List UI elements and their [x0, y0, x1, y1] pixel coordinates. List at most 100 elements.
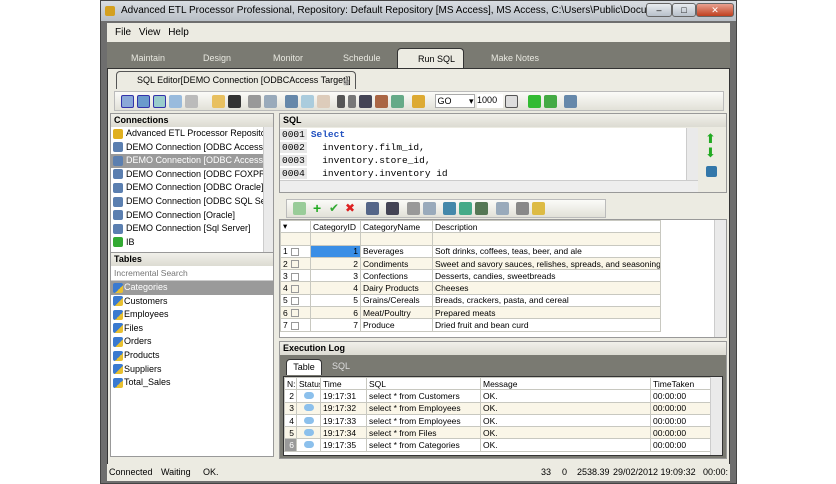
tab-make-notes[interactable]: Make Notes	[475, 48, 539, 68]
log-row[interactable]: 5 19:17:34 select * from Files OK. 00:00:00	[284, 426, 711, 440]
tab-monitor[interactable]: Monitor	[257, 48, 303, 68]
columns-icon[interactable]	[365, 202, 379, 215]
connection-item[interactable]: DEMO Connection [ODBC FOXPRO]	[111, 168, 263, 182]
grid-cell[interactable]: Cheeses	[432, 281, 661, 295]
incremental-search-input[interactable]	[111, 266, 273, 281]
log-row[interactable]: 4 19:17:33 select * from Employees OK. 00:00…	[284, 413, 711, 428]
table-item[interactable]: Suppliers	[111, 363, 273, 377]
col-header[interactable]: Description	[432, 220, 661, 234]
print-icon[interactable]	[406, 202, 420, 215]
table-row[interactable]: 1 1 Beverages Soft drinks, coffees, teas, b…	[280, 244, 661, 258]
grid-cell[interactable]: 2	[310, 256, 361, 271]
row-checkbox[interactable]	[290, 247, 299, 256]
form-icon[interactable]	[495, 202, 509, 215]
row-indicator[interactable]: 6	[280, 306, 311, 320]
log-scrollbar[interactable]	[710, 377, 722, 455]
log-tab-table[interactable]: Table	[286, 359, 322, 375]
settings-icon[interactable]	[532, 202, 545, 215]
table-item[interactable]: Products	[111, 349, 273, 363]
undo-icon[interactable]	[337, 94, 346, 108]
row-checkbox[interactable]	[290, 260, 299, 269]
redo-icon[interactable]	[348, 94, 357, 108]
row-indicator[interactable]: 1	[280, 244, 311, 258]
close-tab-icon[interactable]: ⊠	[343, 74, 350, 91]
grid-cell[interactable]: 6	[310, 306, 361, 320]
log-col-header[interactable]: Time	[320, 377, 367, 391]
table-item[interactable]: Files	[111, 322, 273, 336]
table-row[interactable]: 4 4 Dairy Products Cheeses	[280, 281, 661, 295]
grid-cell[interactable]: 5	[310, 293, 361, 308]
sql-hscrollbar[interactable]	[280, 180, 698, 192]
add-icon[interactable]: +	[313, 201, 326, 215]
close-button[interactable]: ✕	[696, 3, 734, 17]
grid-cell[interactable]: 1	[310, 244, 361, 258]
limit-toggle-icon[interactable]	[504, 94, 518, 108]
tab-run-sql[interactable]: Run SQL	[397, 48, 465, 68]
find-next-icon[interactable]	[375, 94, 389, 108]
sql-editor[interactable]: 0001 Select 0002 inventory.film_id, 0003 in…	[280, 128, 698, 180]
row-checkbox[interactable]	[290, 297, 299, 306]
table-item[interactable]: Employees	[111, 308, 273, 322]
sql-vscrollbar[interactable]	[686, 128, 698, 180]
row-checkbox[interactable]	[290, 309, 299, 318]
connection-item[interactable]: Advanced ETL Processor Repository	[111, 127, 263, 141]
preview-icon[interactable]	[264, 94, 278, 108]
tab-design[interactable]: Design	[187, 48, 231, 68]
grid-cell[interactable]: Beverages	[360, 244, 433, 258]
grid-cell[interactable]: 4	[310, 281, 361, 295]
grid-cell[interactable]: Grains/Cereals	[360, 293, 433, 308]
row-indicator[interactable]: 5	[280, 293, 311, 308]
table-row[interactable]: 7 7 Produce Dried fruit and bean curd	[280, 318, 661, 332]
cut-icon[interactable]	[284, 94, 298, 108]
grid-cell[interactable]: 3	[310, 269, 361, 283]
maximize-button[interactable]: □	[672, 3, 696, 17]
log-col-header[interactable]: SQL	[366, 377, 481, 391]
grid-cell[interactable]: Dried fruit and bean curd	[432, 318, 661, 332]
filter-cell[interactable]	[310, 232, 361, 246]
arrow-up-icon[interactable]: ⬆ ⬇	[705, 132, 716, 160]
export-icon[interactable]	[443, 202, 456, 215]
row-indicator[interactable]: 4	[280, 281, 311, 295]
grid-cell[interactable]: Dairy Products	[360, 281, 433, 295]
go-select[interactable]: GO ▾	[434, 94, 475, 108]
grid-cell[interactable]: Sweet and savory sauces, relishes, sprea…	[432, 256, 661, 271]
table-row[interactable]: 3 3 Confections Desserts, candies, sweetbre…	[280, 269, 661, 283]
menu-help[interactable]: Help	[168, 27, 189, 38]
delete-icon[interactable]: ✖	[345, 202, 358, 215]
log-tab-sql[interactable]: SQL	[332, 359, 362, 375]
grid-cell[interactable]: Produce	[360, 318, 433, 332]
tab-maintain[interactable]: Maintain	[115, 48, 165, 68]
log-col-header[interactable]: Status	[296, 377, 321, 391]
grid-cell[interactable]: Soft drinks, coffees, teas, beer, and al…	[432, 244, 661, 258]
clear-icon[interactable]	[411, 94, 425, 108]
connection-item[interactable]: DEMO Connection [ODBC Oracle]	[111, 181, 263, 195]
connection-item[interactable]: IB	[111, 236, 263, 250]
row-indicator[interactable]: 2	[280, 256, 311, 271]
refresh-icon[interactable]	[706, 166, 717, 177]
chat-icon[interactable]	[152, 94, 166, 108]
find-icon[interactable]	[359, 94, 373, 108]
grid-cell[interactable]: Meat/Poultry	[360, 306, 433, 320]
refresh-grid-icon[interactable]	[292, 202, 306, 215]
filter-cell[interactable]	[432, 232, 661, 246]
minimize-button[interactable]: –	[646, 3, 672, 17]
table-row[interactable]: 6 6 Meat/Poultry Prepared meats	[280, 306, 661, 320]
table-item[interactable]: Total_Sales	[111, 376, 273, 390]
row-indicator[interactable]: 3	[280, 269, 311, 283]
row-limit-input[interactable]: 1000	[477, 94, 504, 108]
table-row[interactable]: 5 5 Grains/Cereals Breads, crackers, pasta,…	[280, 293, 661, 308]
execute-step-icon[interactable]	[543, 94, 557, 108]
run-icon[interactable]	[184, 94, 198, 108]
log-row[interactable]: 6 19:17:35 select * from Categories OK. 00:0…	[284, 438, 711, 452]
log-row[interactable]: 3 19:17:32 select * from Employees OK. 00:00…	[284, 401, 711, 415]
menu-view[interactable]: View	[139, 27, 161, 38]
table-item[interactable]: Orders	[111, 335, 273, 349]
row-checkbox[interactable]	[290, 284, 299, 293]
image-icon[interactable]	[475, 202, 488, 215]
connection-item[interactable]: DEMO Connection [ODBC SQL Serve	[111, 195, 263, 209]
grid-cell[interactable]: Condiments	[360, 256, 433, 271]
open-icon[interactable]	[211, 94, 225, 108]
log-row[interactable]: 2 19:17:31 select * from Customers OK. 00:00…	[284, 389, 711, 403]
grid-scrollbar[interactable]	[714, 220, 726, 337]
grid-cell[interactable]: Confections	[360, 269, 433, 283]
